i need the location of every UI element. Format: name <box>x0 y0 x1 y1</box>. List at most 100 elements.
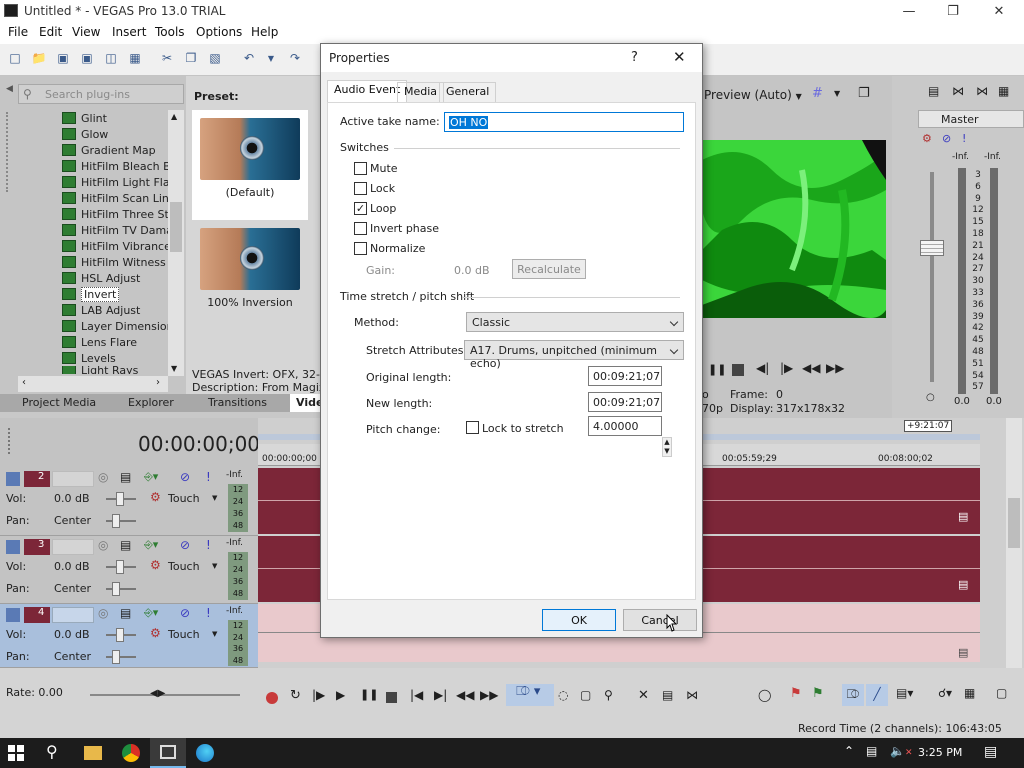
track-fx-icon[interactable]: ▤ <box>120 470 131 484</box>
clip-fx-icon[interactable]: ▤ <box>958 646 968 659</box>
tab-audio-event[interactable]: Audio Event <box>327 80 408 102</box>
tab-media[interactable]: Media <box>397 82 445 102</box>
stop-icon[interactable] <box>386 692 397 703</box>
active-take-input[interactable]: OH NO <box>444 112 684 132</box>
plugin-item-levels[interactable]: Levels <box>62 350 180 366</box>
rewind-icon[interactable]: ◀◀ <box>802 361 820 375</box>
close-window-button[interactable]: ✕ <box>976 0 1022 22</box>
audio-track-4[interactable]: 4 ◎ ▤ ⎆▾ ⊘ ! -Inf. Vol: 0.0 dB ⚙ Touch ▼… <box>0 604 258 668</box>
orig-length-field[interactable]: 00:09:21;07 <box>588 366 662 386</box>
pitch-spinner[interactable]: ▲ ▼ <box>662 437 672 457</box>
master-fx-icon[interactable]: ⚙ <box>922 132 932 145</box>
mute-checkbox[interactable] <box>354 162 367 175</box>
pause-icon[interactable]: ❚❚ <box>708 363 726 376</box>
track-name-field[interactable] <box>52 471 94 487</box>
minimize-button[interactable]: — <box>886 0 932 22</box>
lock-icon[interactable]: ◯ <box>758 688 771 702</box>
audio-track-2[interactable]: 2 ◎ ▤ ⎆▾ ⊘ ! -Inf. Vol: 0.0 dB ⚙ Touch ▼… <box>0 468 258 536</box>
next-frame-icon[interactable]: |▶ <box>780 361 793 375</box>
ripple-edit-icon[interactable]: ▤▾ <box>896 686 913 700</box>
menu-help[interactable]: Help <box>251 25 278 39</box>
undo-dropdown-icon[interactable]: ▼ <box>262 49 280 67</box>
plugin-item-hitfilm-bleach[interactable]: HitFilm Bleach Byp <box>62 158 180 174</box>
selection-tool-icon[interactable]: ▢ <box>580 688 591 702</box>
file-explorer-icon[interactable] <box>84 746 102 760</box>
track-expand-icon[interactable] <box>6 472 20 486</box>
track-name-field[interactable] <box>52 607 94 623</box>
stretch-attr-dropdown[interactable]: A17. Drums, unpitched (minimum echo) <box>464 340 684 370</box>
plugin-item-gradient-map[interactable]: Gradient Map <box>62 142 180 158</box>
start-button[interactable] <box>8 745 24 761</box>
tray-chevron-icon[interactable]: ⌃ <box>844 744 854 758</box>
menu-tools[interactable]: Tools <box>155 25 185 39</box>
undo-icon[interactable]: ↶ <box>240 49 258 67</box>
forward-icon[interactable]: ▶▶ <box>826 361 844 375</box>
plugin-vscrollbar[interactable]: ▲ ▼ <box>168 110 184 376</box>
plugin-item-hitfilm-tv-damage[interactable]: HitFilm TV Damage <box>62 222 180 238</box>
vegas-taskbar-icon[interactable] <box>150 738 186 768</box>
open-icon[interactable]: 📁 <box>30 49 48 67</box>
invert-phase-checkbox[interactable] <box>354 222 367 235</box>
lock-to-stretch-checkbox[interactable] <box>466 421 479 434</box>
plugin-item-hitfilm-light-flares[interactable]: HitFilm Light Flares <box>62 174 180 190</box>
prev-frame-icon[interactable]: ◀| <box>756 361 769 375</box>
ignore-grouping-icon[interactable]: ▦ <box>964 686 975 700</box>
track-mute-icon[interactable]: ⊘ <box>180 606 190 620</box>
track-mute-icon[interactable]: ⊘ <box>180 538 190 552</box>
track-routing-icon[interactable]: ⎆▾ <box>144 606 158 620</box>
normalize-checkbox[interactable] <box>354 242 367 255</box>
track-mute-icon[interactable]: ⊘ <box>180 470 190 484</box>
tab-explorer[interactable]: Explorer <box>128 396 174 409</box>
tab-transitions[interactable]: Transitions <box>208 396 267 409</box>
vol-slider[interactable] <box>106 492 136 506</box>
slider-thumb[interactable] <box>112 582 120 596</box>
clip-fx-icon[interactable]: ▤ <box>958 510 968 523</box>
delete-icon[interactable]: ✕ <box>638 688 649 703</box>
pause-icon[interactable]: ❚❚ <box>360 688 378 701</box>
plugin-item-hitfilm-vibrance[interactable]: HitFilm Vibrance <box>62 238 180 254</box>
track-fx-icon[interactable]: ▤ <box>120 606 131 620</box>
pan-slider[interactable] <box>106 514 136 528</box>
track-expand-icon[interactable] <box>6 540 20 554</box>
automation-gear-icon[interactable]: ⚙ <box>150 558 161 572</box>
track-expand-icon[interactable] <box>6 608 20 622</box>
cancel-button[interactable]: Cancel <box>623 609 697 631</box>
pan-slider[interactable] <box>106 582 136 596</box>
scroll-thumb[interactable] <box>1008 498 1020 548</box>
overlay-grid-icon[interactable]: # <box>812 86 823 101</box>
recalculate-button[interactable]: Recalculate <box>512 259 586 279</box>
lock-checkbox[interactable] <box>354 182 367 195</box>
plugin-item-light-rays[interactable]: Light Rays <box>62 366 180 374</box>
plugin-item-hitfilm-witness[interactable]: HitFilm Witness Pr <box>62 254 180 270</box>
timeline-vscrollbar[interactable] <box>1006 418 1022 668</box>
marker-icon[interactable]: ⚑ <box>790 686 802 701</box>
automation-mode[interactable]: Touch <box>168 560 200 573</box>
method-dropdown[interactable]: Classic <box>466 312 684 332</box>
auto-crossfade-icon[interactable]: ╱ <box>866 684 888 706</box>
save-icon[interactable]: ▣ <box>54 49 72 67</box>
play-from-start-icon[interactable]: |▶ <box>312 688 325 702</box>
scroll-down-arrow-icon[interactable]: ▼ <box>171 364 177 373</box>
zoom-tool-icon[interactable]: ⚲ <box>604 688 613 702</box>
track-solo-icon[interactable]: ! <box>206 606 211 620</box>
go-to-start-icon[interactable]: |◀ <box>410 688 423 702</box>
go-to-end-icon[interactable]: ▶| <box>434 688 447 702</box>
automation-mode[interactable]: Touch <box>168 492 200 505</box>
plugin-nav-arrow[interactable]: ◀ <box>6 84 13 94</box>
scroll-thumb[interactable] <box>170 202 182 252</box>
plugin-item-glow[interactable]: Glow <box>62 126 180 142</box>
menu-options[interactable]: Options <box>196 25 242 39</box>
automation-gear-icon[interactable]: ⚙ <box>150 626 161 640</box>
dialog-help-button[interactable]: ? <box>631 50 638 65</box>
slider-thumb[interactable] <box>116 560 124 574</box>
automation-dropdown-icon[interactable]: ▼ <box>212 562 217 570</box>
vol-slider[interactable] <box>106 628 136 642</box>
scroll-left-arrow-icon[interactable]: ‹ <box>22 377 26 388</box>
search-icon[interactable]: ⚲ <box>46 742 58 761</box>
slider-thumb[interactable] <box>112 514 120 528</box>
stop-icon[interactable] <box>732 364 744 376</box>
next-frame-icon[interactable]: ▶▶ <box>480 688 498 702</box>
split-icon[interactable]: ⋈ <box>686 688 698 702</box>
track-solo-icon[interactable]: ! <box>206 538 211 552</box>
spin-up-icon[interactable]: ▲ <box>663 438 671 447</box>
